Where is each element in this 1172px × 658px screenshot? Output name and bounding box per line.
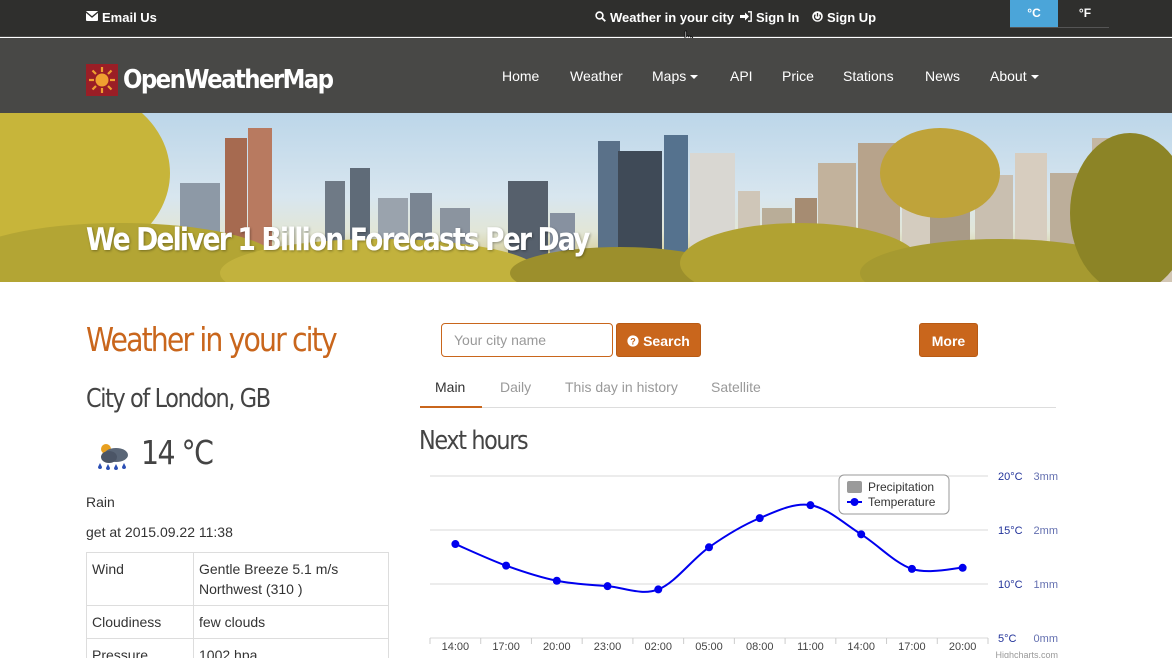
nav-about[interactable]: About bbox=[990, 68, 1039, 84]
temperature-point bbox=[654, 585, 663, 594]
temperature-point bbox=[552, 576, 561, 585]
unit-toggle: °C °F bbox=[1010, 0, 1109, 28]
search-button-label: Search bbox=[643, 333, 690, 349]
hero-banner: We Deliver 1 Billion Forecasts Per Day bbox=[0, 113, 1172, 282]
celsius-button[interactable]: °C bbox=[1010, 0, 1058, 27]
x-tick-label: 08:00 bbox=[746, 641, 774, 653]
cloudiness-value: few clouds bbox=[193, 605, 389, 639]
x-tick-label: 20:00 bbox=[949, 641, 977, 653]
sign-in-icon bbox=[740, 10, 752, 25]
legend-temperature-marker bbox=[850, 498, 859, 506]
temperature-point bbox=[958, 563, 967, 572]
x-tick-label: 11:00 bbox=[797, 641, 824, 653]
nav-home[interactable]: Home bbox=[502, 68, 539, 84]
email-us-label: Email Us bbox=[102, 10, 157, 25]
pressure-value: 1002 hpa bbox=[193, 638, 389, 658]
search-button[interactable]: ? Search bbox=[616, 323, 701, 357]
tabs-divider bbox=[420, 407, 1056, 408]
power-icon bbox=[812, 10, 823, 25]
y-tick-temperature: 5°C bbox=[998, 633, 1017, 645]
next-hours-chart: 20°C 3mm 15°C 2mm 10°C 1mm 5°C 0mm 14:00 17:00 20:… bbox=[429, 471, 1058, 658]
observation-time: get at 2015.09.22 11:38 bbox=[86, 524, 233, 540]
caret-down-icon bbox=[690, 75, 699, 80]
question-circle-icon: ? bbox=[627, 335, 639, 347]
x-tick-label: 20:00 bbox=[543, 641, 571, 653]
tab-this-day-in-history[interactable]: This day in history bbox=[565, 379, 678, 395]
rain-cloud-icon bbox=[98, 444, 128, 470]
chart-credit: Highcharts.com bbox=[995, 650, 1058, 658]
next-hours-heading: Next hours bbox=[419, 426, 529, 456]
fahrenheit-button[interactable]: °F bbox=[1061, 0, 1109, 27]
temperature-point bbox=[806, 501, 815, 510]
wind-value: Gentle Breeze 5.1 m/s Northwest (310 ) bbox=[193, 552, 389, 606]
wind-label: Wind bbox=[86, 552, 194, 606]
weather-details-table: Wind Gentle Breeze 5.1 m/s Northwest (310… bbox=[86, 552, 389, 658]
legend-precipitation-swatch bbox=[847, 481, 862, 493]
nav-price[interactable]: Price bbox=[782, 68, 814, 84]
nav-stations[interactable]: Stations bbox=[843, 68, 894, 84]
legend-temperature-label: Temperature bbox=[868, 495, 936, 509]
sign-in-label: Sign In bbox=[756, 10, 800, 25]
email-us-link[interactable]: Email Us bbox=[85, 10, 157, 25]
weather-in-your-city-label: Weather in your city bbox=[610, 10, 735, 25]
weather-in-your-city-link[interactable]: Weather in your city bbox=[595, 10, 734, 25]
sun-logo-icon[interactable] bbox=[86, 64, 118, 96]
x-tick-label: 17:00 bbox=[492, 641, 520, 653]
table-row: Cloudiness few clouds bbox=[86, 605, 389, 639]
nav-api[interactable]: API bbox=[730, 68, 753, 84]
temperature-point bbox=[705, 543, 713, 552]
y-tick-precipitation: 2mm bbox=[1034, 525, 1058, 537]
sign-up-label: Sign Up bbox=[827, 10, 877, 25]
cloudiness-label: Cloudiness bbox=[86, 605, 194, 639]
active-tab-indicator bbox=[420, 406, 482, 408]
tab-satellite[interactable]: Satellite bbox=[711, 379, 761, 395]
search-icon bbox=[595, 10, 606, 25]
weather-in-your-city-heading: Weather in your city bbox=[86, 320, 338, 359]
pressure-label: Pressure bbox=[86, 638, 194, 658]
main-navbar: OpenWeatherMap Home Weather Maps API Pri… bbox=[0, 38, 1172, 113]
nav-maps[interactable]: Maps bbox=[652, 68, 699, 84]
y-tick-temperature: 15°C bbox=[998, 525, 1023, 537]
sign-in-link[interactable]: Sign In bbox=[740, 10, 799, 25]
y-tick-precipitation: 1mm bbox=[1034, 579, 1058, 591]
temperature-point bbox=[451, 540, 460, 549]
table-row: Pressure 1002 hpa bbox=[86, 638, 389, 658]
weather-description: Rain bbox=[86, 494, 115, 510]
temperature-point bbox=[857, 530, 866, 539]
x-tick-label: 23:00 bbox=[594, 641, 622, 653]
y-tick-precipitation: 3mm bbox=[1034, 471, 1058, 483]
temperature-point bbox=[907, 564, 916, 573]
city-search-input[interactable] bbox=[441, 323, 613, 357]
x-tick-label: 05:00 bbox=[695, 641, 723, 653]
legend-precipitation-label: Precipitation bbox=[868, 480, 934, 494]
y-tick-temperature: 20°C bbox=[998, 471, 1023, 483]
x-tick-label: 14:00 bbox=[442, 641, 470, 653]
x-tick-label: 02:00 bbox=[645, 641, 673, 653]
location-heading: City of London, GB bbox=[86, 384, 271, 414]
svg-text:?: ? bbox=[630, 336, 636, 346]
envelope-icon bbox=[85, 11, 99, 24]
nav-weather[interactable]: Weather bbox=[570, 68, 623, 84]
x-tick-label: 17:00 bbox=[898, 641, 926, 653]
temperature-point bbox=[603, 582, 612, 591]
y-tick-temperature: 10°C bbox=[998, 579, 1023, 591]
temperature-point bbox=[755, 514, 764, 523]
top-bar: Email Us Weather in your city Sign In Si… bbox=[0, 0, 1172, 47]
caret-down-icon bbox=[1030, 75, 1039, 80]
y-tick-precipitation: 0mm bbox=[1034, 633, 1058, 645]
temperature-point bbox=[502, 561, 511, 570]
x-tick-label: 14:00 bbox=[847, 641, 875, 653]
hero-title: We Deliver 1 Billion Forecasts Per Day bbox=[86, 222, 590, 258]
tab-main[interactable]: Main bbox=[435, 379, 465, 395]
logo-text[interactable]: OpenWeatherMap bbox=[123, 65, 334, 95]
current-temperature: 14 °C bbox=[141, 433, 214, 472]
sign-up-link[interactable]: Sign Up bbox=[812, 10, 876, 25]
table-row: Wind Gentle Breeze 5.1 m/s Northwest (310… bbox=[86, 552, 389, 606]
more-button[interactable]: More bbox=[919, 323, 978, 357]
nav-news[interactable]: News bbox=[925, 68, 960, 84]
tab-daily[interactable]: Daily bbox=[500, 379, 531, 395]
